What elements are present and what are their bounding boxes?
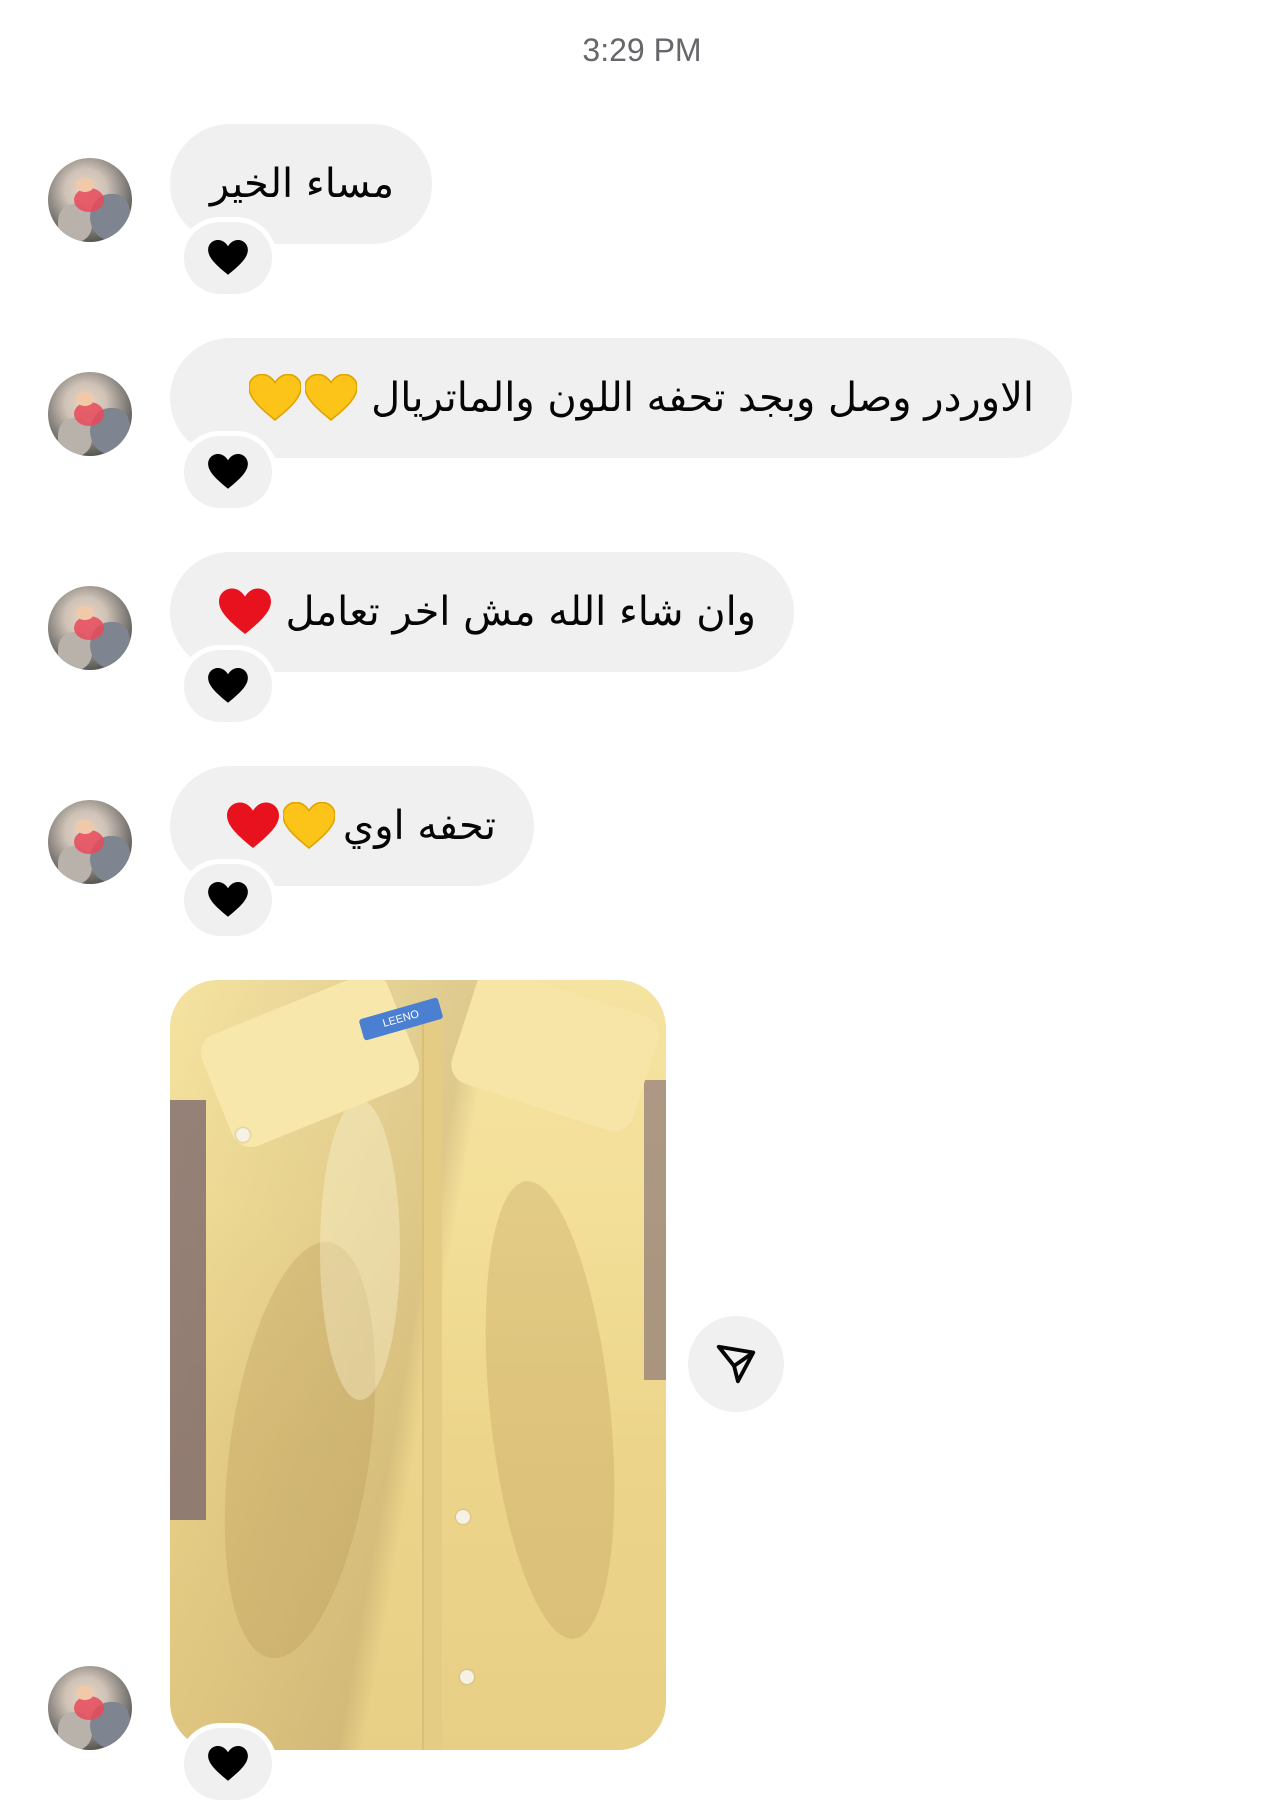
red-heart-icon (208, 1746, 248, 1781)
red-heart-icon (226, 802, 279, 848)
shirt-photo-attachment[interactable]: LEENO (170, 980, 666, 1750)
message-bubble[interactable]: وان شاء الله مش اخر تعامل (170, 552, 794, 672)
red-heart-icon (208, 240, 248, 275)
red-heart-icon (208, 668, 248, 703)
message-timestamp: 3:29 PM (582, 32, 702, 68)
sender-avatar[interactable] (48, 158, 132, 242)
message-text: مساء الخير (209, 161, 394, 207)
sender-avatar[interactable] (48, 372, 132, 456)
reaction-badge[interactable] (184, 1728, 272, 1800)
red-heart-icon (208, 882, 248, 917)
reaction-badge[interactable] (184, 222, 272, 294)
red-heart-icon (219, 588, 272, 634)
message-text: وان شاء الله مش اخر تعامل (285, 589, 756, 635)
share-button[interactable] (688, 1316, 784, 1412)
reaction-badge[interactable] (184, 650, 272, 722)
yellow-heart-icon (305, 374, 358, 421)
message-text: الاوردر وصل وبجد تحفه اللون والماتريال (371, 375, 1034, 421)
reaction-badge[interactable] (184, 436, 272, 508)
reaction-badge[interactable] (184, 864, 272, 936)
sender-avatar[interactable] (48, 800, 132, 884)
send-icon (716, 1344, 756, 1384)
message-text: تحفه اوي (342, 803, 496, 849)
sender-avatar[interactable] (48, 586, 132, 670)
red-heart-icon (208, 454, 248, 489)
yellow-heart-icon (249, 374, 302, 421)
sender-avatar[interactable] (48, 1666, 132, 1750)
yellow-heart-icon (282, 802, 335, 849)
message-bubble[interactable]: الاوردر وصل وبجد تحفه اللون والماتريال (170, 338, 1072, 458)
